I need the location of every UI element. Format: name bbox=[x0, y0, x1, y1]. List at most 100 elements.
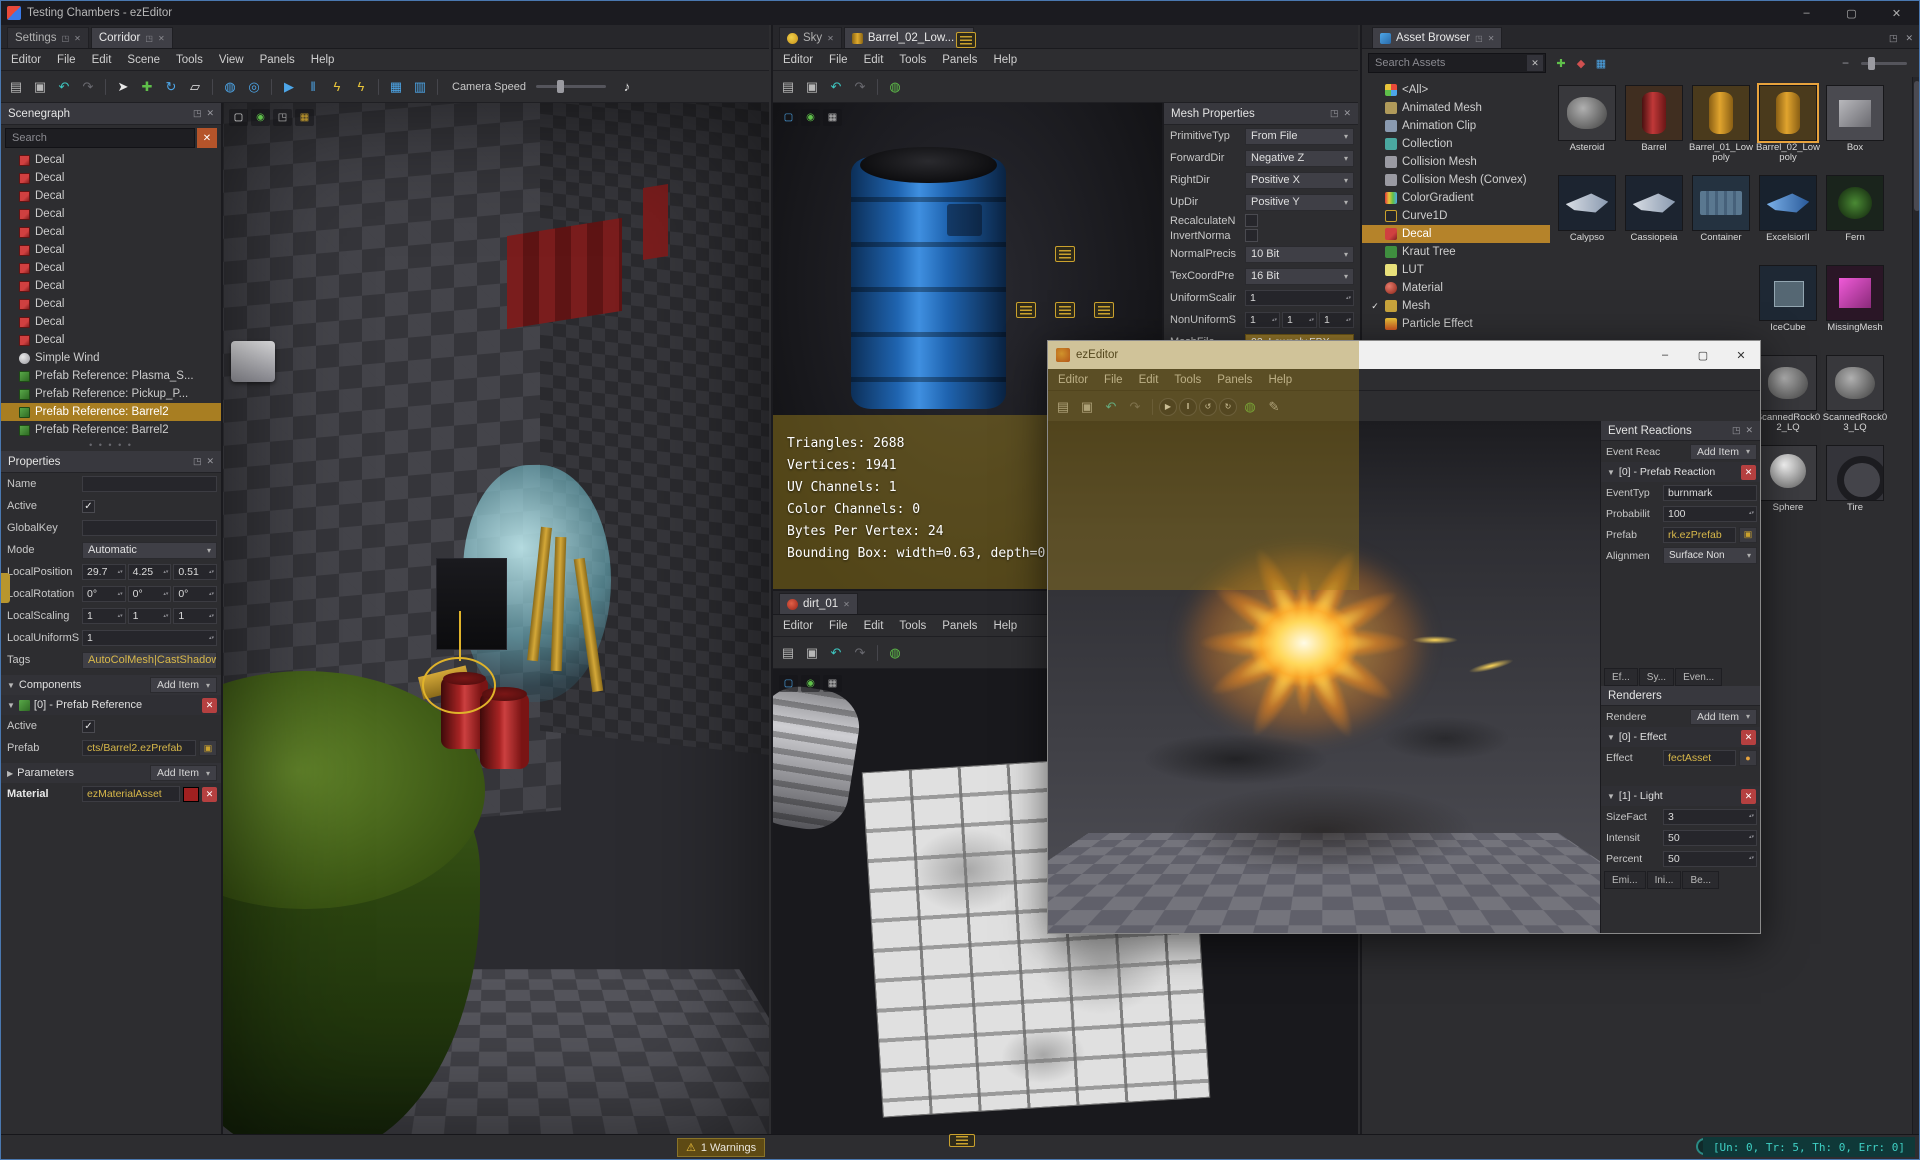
asset-item[interactable]: ScannedRock03_LQ bbox=[1822, 355, 1888, 445]
property-tab[interactable]: Even... bbox=[1675, 668, 1723, 686]
asset-type-item[interactable]: Animated Mesh bbox=[1362, 99, 1550, 117]
dock-indicator-top[interactable] bbox=[1055, 246, 1075, 262]
clear-search-icon[interactable]: ✕ bbox=[197, 128, 217, 148]
menu-item[interactable]: Tools bbox=[1166, 374, 1209, 386]
new-document-icon[interactable]: ▤ bbox=[777, 642, 799, 664]
asset-browser-tab[interactable]: Asset Browser ◳ ✕ bbox=[1372, 27, 1503, 48]
percent-field[interactable]: 50 ▴▾ bbox=[1663, 850, 1757, 867]
close-tab-icon[interactable]: ✕ bbox=[1488, 34, 1495, 43]
dock-indicator-right[interactable] bbox=[1094, 302, 1114, 318]
selection-gizmo[interactable] bbox=[422, 611, 496, 714]
menu-item[interactable]: Panels bbox=[1209, 374, 1260, 386]
menu-item[interactable]: Edit bbox=[856, 620, 892, 632]
asset-item[interactable]: MissingMesh bbox=[1822, 265, 1888, 355]
renderer-item-header[interactable]: ▼ [1] - Light ✕ bbox=[1601, 786, 1760, 806]
scenegraph-item[interactable]: Prefab Reference: Barrel2 bbox=[1, 403, 221, 421]
asset-type-item[interactable]: ColorGradient bbox=[1362, 189, 1550, 207]
scenegraph-item[interactable]: Decal bbox=[1, 223, 221, 241]
asset-item[interactable]: Asteroid bbox=[1554, 85, 1620, 175]
scenegraph-item[interactable]: Decal bbox=[1, 259, 221, 277]
spinner[interactable]: ▴▾ bbox=[1749, 814, 1754, 819]
render-mode-icon[interactable]: ◍ bbox=[884, 642, 906, 664]
tags-dropdown[interactable]: AutoColMesh|CastShadow▾ bbox=[82, 651, 217, 669]
scenegraph-item[interactable]: Prefab Reference: Plasma_S... bbox=[1, 367, 221, 385]
effect-asset-field[interactable]: fectAsset bbox=[1663, 749, 1736, 766]
duplicate-icon[interactable]: ▣ bbox=[29, 76, 51, 98]
snap-toggle-icon[interactable]: ▥ bbox=[409, 76, 431, 98]
asset-type-item[interactable]: <All> bbox=[1362, 81, 1550, 99]
asset-type-item[interactable]: Animation Clip bbox=[1362, 117, 1550, 135]
panel-splitter[interactable]: • • • • • bbox=[1, 439, 221, 451]
spinner[interactable]: ▴▾ bbox=[163, 569, 168, 575]
menu-item[interactable]: File bbox=[821, 620, 856, 632]
pause-icon[interactable]: ‖ bbox=[1179, 397, 1197, 416]
probability-field[interactable]: 100 ▴▾ bbox=[1663, 505, 1757, 522]
document-tab[interactable]: dirt_01 ✕ bbox=[779, 593, 858, 614]
close-tab-icon[interactable]: ✕ bbox=[827, 34, 834, 43]
prefab-asset-field[interactable]: cts/Barrel2.ezPrefab bbox=[82, 740, 196, 756]
asset-item[interactable]: Tire bbox=[1822, 445, 1888, 535]
duplicate-icon[interactable]: ▣ bbox=[801, 642, 823, 664]
grid-toggle-icon[interactable]: ▦ bbox=[385, 76, 407, 98]
play-simulation-icon[interactable]: ▶ bbox=[278, 76, 300, 98]
property-tab[interactable]: Ini... bbox=[1646, 871, 1682, 889]
play-icon[interactable]: ▶ bbox=[1159, 397, 1177, 416]
texcoordprecision-dropdown[interactable]: 16 Bit ▾ bbox=[1245, 267, 1354, 285]
document-tab[interactable]: Corridor ◳ ✕ bbox=[90, 27, 173, 48]
spinner[interactable]: ▴▾ bbox=[163, 613, 168, 619]
scenegraph-item[interactable]: Decal bbox=[1, 313, 221, 331]
close-tab-icon[interactable]: ✕ bbox=[843, 600, 850, 609]
position-x-field[interactable]: 29.7 ▴▾ bbox=[82, 564, 126, 580]
asset-type-item[interactable]: Collision Mesh (Convex) bbox=[1362, 171, 1550, 189]
spinner[interactable]: ▴▾ bbox=[1309, 317, 1314, 323]
close-panel-icon[interactable]: ✕ bbox=[1905, 33, 1913, 44]
scenegraph-search-input[interactable]: Search bbox=[5, 128, 195, 148]
invertnormals-checkbox[interactable] bbox=[1245, 229, 1258, 242]
toolbar-icon[interactable] bbox=[1152, 398, 1153, 415]
asset-item[interactable]: ExcelsiorII bbox=[1755, 175, 1821, 265]
toolbar-icon[interactable] bbox=[877, 644, 878, 661]
close-button[interactable]: ✕ bbox=[1874, 1, 1919, 25]
float-panel-icon[interactable]: ◳ bbox=[1330, 108, 1339, 119]
toolbar-icon[interactable] bbox=[378, 78, 379, 95]
spinner[interactable]: ▴▾ bbox=[1346, 317, 1351, 323]
grid-icon[interactable]: ▦ bbox=[823, 109, 842, 126]
menu-item[interactable]: File bbox=[49, 54, 84, 66]
float-panel-icon[interactable]: ◳ bbox=[193, 108, 202, 119]
mode-dropdown[interactable]: Automatic ▾ bbox=[82, 541, 217, 559]
menu-item[interactable]: Editor bbox=[1050, 374, 1096, 386]
close-panel-icon[interactable]: ✕ bbox=[1745, 425, 1753, 436]
globalkey-input[interactable] bbox=[82, 520, 217, 536]
primitivetype-dropdown[interactable]: From File ▾ bbox=[1245, 127, 1354, 145]
material-asset-field[interactable]: ezMaterialAsset bbox=[82, 786, 180, 802]
redo-icon[interactable]: ↷ bbox=[849, 76, 871, 98]
scene-viewport[interactable]: ▢ ◉ ◳ ▦ bbox=[223, 103, 769, 1136]
asset-grid-scrollbar[interactable] bbox=[1912, 77, 1919, 1136]
scenegraph-item[interactable]: Decal bbox=[1, 187, 221, 205]
camera-speed-slider[interactable] bbox=[536, 80, 606, 93]
uniform-scaling-field[interactable]: 1 ▴▾ bbox=[82, 630, 217, 646]
menu-item[interactable]: File bbox=[1096, 374, 1131, 386]
menu-item[interactable]: Help bbox=[1260, 374, 1300, 386]
grid-icon[interactable]: ▦ bbox=[295, 109, 314, 126]
prefab-asset-field[interactable]: rk.ezPrefab bbox=[1663, 526, 1736, 543]
visibility-icon[interactable]: ◉ bbox=[801, 675, 820, 692]
spinner[interactable]: ▴▾ bbox=[209, 635, 214, 641]
asset-item[interactable]: IceCube bbox=[1755, 265, 1821, 355]
scenegraph-item[interactable]: Prefab Reference: Barrel2 bbox=[1, 421, 221, 439]
add-component-button[interactable]: Add Item ▾ bbox=[149, 677, 217, 693]
menu-item[interactable]: Tools bbox=[891, 54, 934, 66]
material-color-swatch[interactable] bbox=[183, 786, 199, 802]
asset-item[interactable]: Container bbox=[1688, 175, 1754, 265]
float-tab-icon[interactable]: ◳ bbox=[1475, 34, 1483, 43]
asset-type-item[interactable]: Collection bbox=[1362, 135, 1550, 153]
scale-x-field[interactable]: 1 ▴▾ bbox=[1245, 312, 1280, 328]
close-panel-icon[interactable]: ✕ bbox=[1343, 108, 1351, 119]
rotation-y-field[interactable]: 0° ▴▾ bbox=[127, 586, 172, 602]
rightdir-dropdown[interactable]: Positive X ▾ bbox=[1245, 171, 1354, 189]
asset-item[interactable]: Barrel_02_Lowpoly bbox=[1755, 83, 1821, 175]
toolbar-icon[interactable] bbox=[105, 78, 106, 95]
active-checkbox[interactable]: ✓ bbox=[82, 499, 95, 513]
menu-item[interactable]: Tools bbox=[168, 54, 211, 66]
name-input[interactable] bbox=[82, 476, 217, 492]
